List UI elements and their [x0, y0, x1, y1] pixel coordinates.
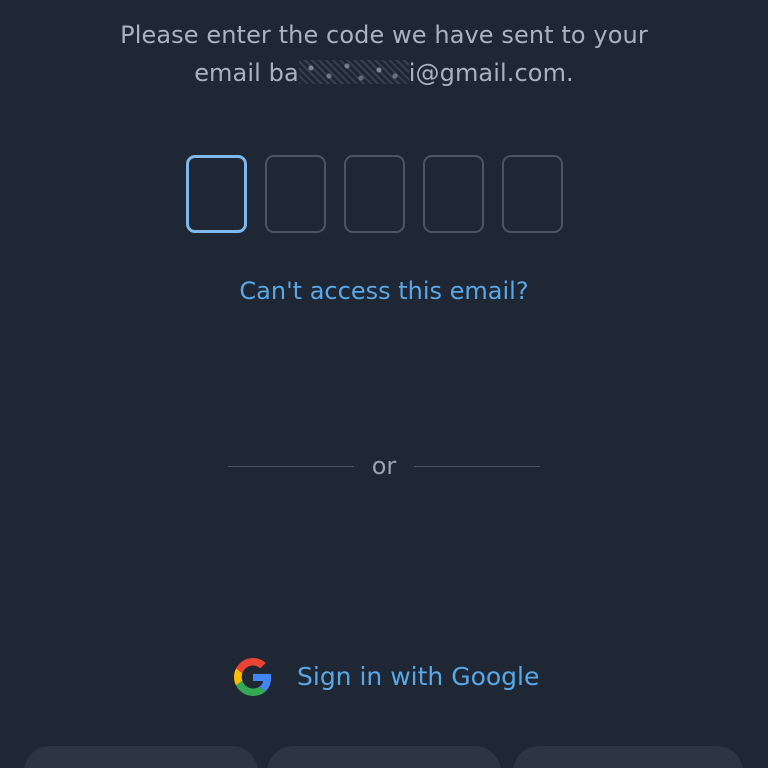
code-digit-5[interactable] — [502, 155, 563, 233]
bottom-option-button-3[interactable] — [513, 746, 743, 768]
verification-screen: Please enter the code we have sent to yo… — [0, 0, 768, 768]
email-redaction — [298, 60, 409, 84]
instruction-line-1: Please enter the code we have sent to yo… — [120, 21, 648, 49]
cant-access-email-link[interactable]: Can't access this email? — [0, 272, 768, 310]
sign-in-with-google-button[interactable]: Sign in with Google — [234, 654, 539, 700]
email-suffix: i@gmail.com. — [408, 59, 574, 87]
or-divider: or — [228, 448, 540, 484]
email-prefix: email ba — [194, 59, 299, 87]
sign-in-with-google-label: Sign in with Google — [297, 662, 540, 691]
bottom-option-button-1[interactable] — [24, 746, 258, 768]
code-digit-4[interactable] — [423, 155, 484, 233]
code-digit-1[interactable] — [186, 155, 247, 233]
bottom-option-button-2[interactable] — [267, 746, 501, 768]
instruction-line-2: email ba i@gmail.com. — [0, 54, 768, 92]
code-digit-2[interactable] — [265, 155, 326, 233]
code-digit-3[interactable] — [344, 155, 405, 233]
google-logo-icon — [234, 658, 272, 696]
verification-code-inputs — [186, 155, 563, 233]
divider-line-right — [414, 466, 540, 467]
code-instruction-text: Please enter the code we have sent to yo… — [0, 16, 768, 92]
